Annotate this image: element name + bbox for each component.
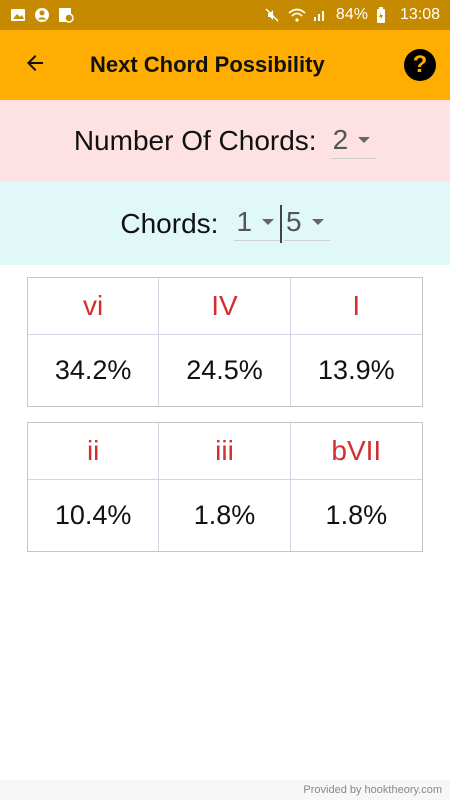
percent-cell: 1.8%	[159, 480, 291, 551]
chord-cell[interactable]: ii	[28, 423, 160, 480]
chevron-down-icon	[311, 219, 324, 225]
chord-2-dropdown[interactable]: 5	[284, 206, 330, 241]
image-icon	[10, 7, 26, 23]
lock-icon	[58, 7, 74, 23]
number-of-chords-label: Number Of Chords:	[73, 125, 317, 156]
chord-cell[interactable]: iii	[159, 423, 291, 480]
clock: 13:08	[399, 6, 440, 23]
help-button[interactable]: ?	[404, 49, 436, 81]
chord-cell[interactable]: bVII	[290, 423, 422, 480]
chevron-down-icon	[262, 219, 275, 225]
back-button[interactable]	[0, 30, 70, 100]
arrow-left-icon	[23, 51, 47, 80]
percent-cell: 24.5%	[159, 335, 291, 406]
percent-cell: 10.4%	[28, 480, 160, 551]
status-left	[10, 7, 74, 23]
battery-percent: 84%	[335, 6, 368, 23]
chord-divider	[280, 204, 283, 243]
status-right: 84% 13:08	[264, 6, 440, 24]
battery-icon	[376, 7, 392, 23]
results-table-2: ii iii bVII 10.4% 1.8% 1.8%	[27, 422, 423, 552]
percent-cell: 1.8%	[325, 500, 388, 530]
status-bar: 84% 13:08	[0, 0, 450, 30]
mute-icon	[264, 7, 280, 23]
account-icon	[34, 7, 50, 23]
number-of-chords-value: 2	[332, 123, 349, 155]
percent-cell: 34.2%	[28, 335, 160, 406]
percent-cell: 13.9%	[318, 355, 395, 385]
chord-cell[interactable]: I	[290, 278, 422, 335]
chords-label: Chords:	[120, 207, 219, 239]
chevron-down-icon	[358, 136, 371, 143]
number-of-chords-dropdown[interactable]: 2	[330, 123, 377, 159]
chord-cell[interactable]: vi	[28, 278, 160, 335]
results-table-1: vi IV I 34.2% 24.5% 13.9%	[27, 277, 423, 407]
app-bar: Next Chord Possibility ?	[0, 30, 450, 100]
page-title: Next Chord Possibility	[90, 52, 325, 77]
chord-1-dropdown[interactable]: 1	[234, 206, 281, 241]
number-of-chords-section: Number Of Chords: 2	[0, 100, 450, 182]
wifi-icon	[288, 7, 306, 23]
help-icon: ?	[412, 51, 428, 78]
chord-2-value: 5	[286, 206, 302, 237]
signal-icon	[312, 7, 328, 23]
chords-section: Chords: 1 5	[0, 182, 450, 265]
chord-cell[interactable]: IV	[159, 278, 291, 335]
footer-credit[interactable]: Provided by hooktheory.com	[303, 784, 442, 796]
chord-1-value: 1	[236, 206, 253, 237]
